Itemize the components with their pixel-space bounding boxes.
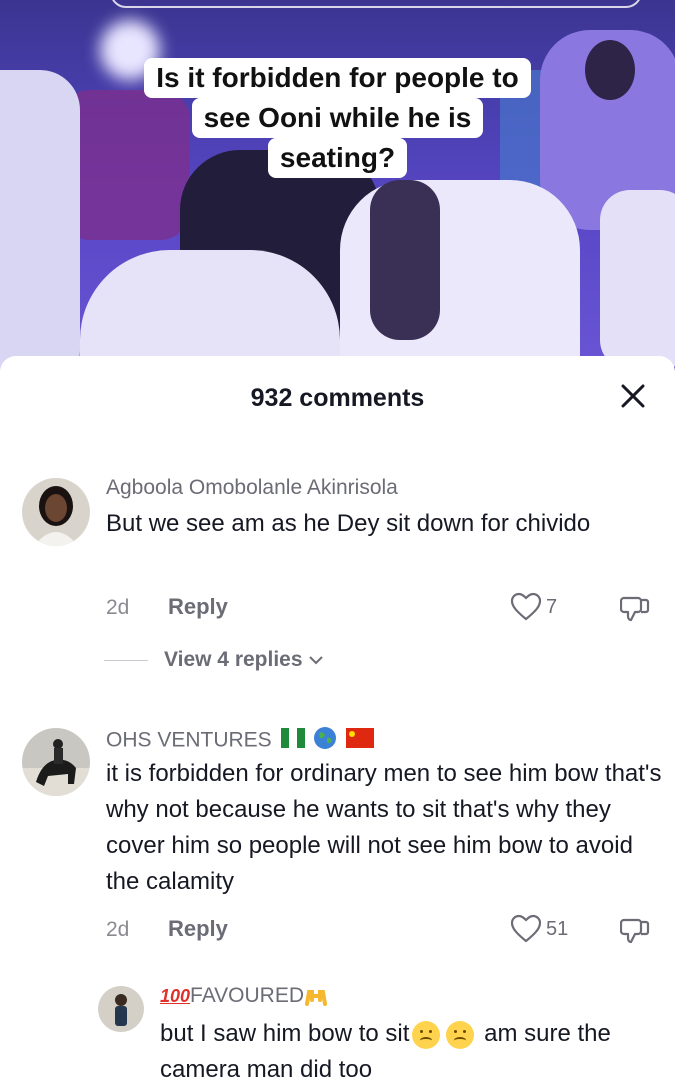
comments-header: 932 comments	[0, 356, 675, 440]
crowd-figure	[600, 190, 675, 370]
comment-item: Agboola Omobolanle Akinrisola But we see…	[0, 468, 675, 708]
comment-age: 2d	[106, 596, 130, 619]
reply-button[interactable]: Reply	[168, 916, 228, 942]
avatar[interactable]	[98, 986, 144, 1032]
crowd-figure	[80, 250, 340, 372]
heart-icon	[510, 914, 542, 943]
like-button[interactable]: 51	[510, 912, 568, 946]
china-flag	[346, 728, 375, 754]
close-icon[interactable]	[615, 378, 651, 414]
dislike-icon[interactable]	[619, 914, 652, 946]
video-caption: Is it forbidden for people to see Ooni w…	[0, 58, 675, 178]
comment-text: But we see am as he Dey sit down for chi…	[106, 510, 591, 537]
comment-username[interactable]: 100FAVOURED	[160, 984, 328, 1008]
caption-line: seating?	[267, 138, 408, 178]
caption-line: Is it forbidden for people to	[144, 58, 531, 98]
video-player[interactable]: Is it forbidden for people to see Ooni w…	[0, 0, 675, 372]
raised-hands-icon	[304, 986, 328, 1007]
globe-icon	[313, 726, 337, 756]
dislike-icon[interactable]	[619, 592, 652, 624]
reply-button[interactable]: Reply	[168, 594, 228, 620]
comment-text: it is forbidden for ordinary men to see …	[106, 760, 662, 895]
comment-item: OHS VENTURES it is forbidden for ordinar…	[0, 718, 675, 978]
divider	[104, 659, 148, 661]
woozy-face-icon	[412, 1020, 441, 1049]
crowd-figure	[370, 180, 440, 340]
comment-age: 2d	[106, 918, 130, 941]
like-button[interactable]: 7	[510, 590, 557, 624]
chevron-down-icon	[308, 656, 323, 665]
username-text: OHS VENTURES	[106, 728, 272, 752]
comment-username[interactable]: OHS VENTURES	[106, 726, 375, 756]
like-count: 7	[546, 595, 558, 618]
avatar[interactable]	[22, 728, 90, 796]
woozy-face-icon	[446, 1020, 475, 1049]
heart-icon	[510, 592, 542, 621]
caption-line: see Ooni while he is	[191, 98, 484, 138]
comment-text: but I saw him bow to sit am sure the cam…	[160, 1016, 660, 1078]
view-replies-button[interactable]: View 4 replies	[104, 648, 325, 672]
username-text: FAVOURED	[190, 984, 305, 1007]
comments-count-title: 932 comments	[250, 384, 425, 412]
view-replies-label: View 4 replies	[164, 648, 303, 671]
like-count: 51	[546, 917, 569, 940]
comment-username[interactable]: Agboola Omobolanle Akinrisola	[106, 476, 398, 500]
avatar[interactable]	[22, 478, 90, 546]
nigeria-flag	[280, 728, 305, 754]
reply-item: 100FAVOURED but I saw him bow to sit am …	[0, 978, 675, 1078]
100-icon: 100	[160, 986, 191, 1006]
reply-text-start: but I saw him bow to sit	[160, 1020, 410, 1047]
search-bar[interactable]	[110, 0, 642, 8]
comments-sheet: 932 comments Agboola Omobolanle Akinriso…	[0, 356, 675, 1078]
